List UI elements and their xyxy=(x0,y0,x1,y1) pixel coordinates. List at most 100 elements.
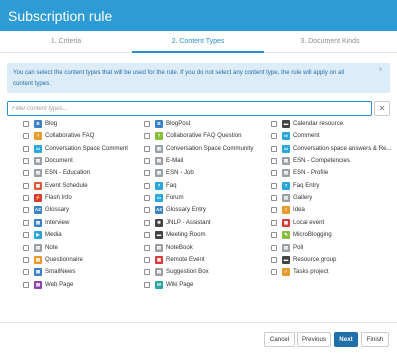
content-type-label: Collaborative FAQ xyxy=(45,132,95,140)
content-type-item[interactable]: ▤ NoteBook xyxy=(144,242,267,254)
content-type-checkbox[interactable] xyxy=(144,269,150,276)
content-type-checkbox[interactable] xyxy=(23,133,29,140)
content-type-checkbox[interactable] xyxy=(271,182,277,189)
tab-content-types[interactable]: 2. Content Types xyxy=(132,31,264,53)
content-type-item[interactable]: ▦ Local event xyxy=(271,217,394,229)
content-type-checkbox[interactable] xyxy=(271,244,277,251)
content-type-checkbox[interactable] xyxy=(271,145,277,152)
content-type-checkbox[interactable] xyxy=(23,121,29,127)
content-type-checkbox[interactable] xyxy=(144,256,150,263)
content-type-item[interactable]: ▦ Event Schedule xyxy=(23,180,146,192)
content-type-item[interactable]: ▬ Resource group xyxy=(271,254,394,266)
content-type-item[interactable]: ▤ Note xyxy=(23,242,146,254)
content-type-item[interactable]: ▤ ESN - Education xyxy=(23,167,146,179)
content-type-item[interactable]: AZ Glossary xyxy=(23,204,146,216)
content-type-item[interactable]: ▬ Meeting Room xyxy=(144,229,267,241)
content-type-item[interactable]: ▤ SmallNews xyxy=(23,266,146,278)
content-type-checkbox[interactable] xyxy=(23,195,29,202)
content-type-checkbox[interactable] xyxy=(271,232,277,239)
filter-content-types-input[interactable] xyxy=(7,101,372,116)
content-type-checkbox[interactable] xyxy=(144,207,150,214)
content-type-item[interactable]: ▨ Gallery xyxy=(271,192,394,204)
content-type-item[interactable]: ? Collaborative FAQ xyxy=(23,130,146,142)
content-type-checkbox[interactable] xyxy=(271,170,277,177)
content-type-item[interactable]: ⚡ Flash Info xyxy=(23,192,146,204)
content-type-item[interactable]: ▤ ESN - Competencies xyxy=(271,155,394,167)
content-type-item[interactable]: ▤ Document xyxy=(23,155,146,167)
tab-criteria[interactable]: 1. Criteria xyxy=(0,31,132,53)
content-type-item[interactable]: ▤ Suggestion Box xyxy=(144,266,267,278)
tab-document-kinds[interactable]: 3. Document Kinds xyxy=(264,31,396,53)
content-type-checkbox[interactable] xyxy=(23,170,29,177)
content-type-checkbox[interactable] xyxy=(271,219,277,226)
content-type-item[interactable]: ▭ Conversation space answers & Re... xyxy=(271,143,394,155)
content-type-item[interactable]: ▬ Calendar resource xyxy=(271,118,394,130)
content-type-item[interactable]: ✱ JNLP - Assistant xyxy=(144,217,267,229)
content-type-item[interactable]: ? Faq Entry xyxy=(271,180,394,192)
content-type-checkbox[interactable] xyxy=(271,207,277,214)
content-type-checkbox[interactable] xyxy=(271,121,277,127)
next-button[interactable]: Next xyxy=(334,332,358,347)
conversation-comment-icon: ▭ xyxy=(34,144,42,153)
content-type-checkbox[interactable] xyxy=(23,158,29,165)
content-type-checkbox[interactable] xyxy=(23,207,29,214)
content-type-checkbox[interactable] xyxy=(23,244,29,251)
content-type-item[interactable]: ! Idea xyxy=(271,204,394,216)
content-type-checkbox[interactable] xyxy=(144,232,150,239)
content-type-checkbox[interactable] xyxy=(144,182,150,189)
content-type-item[interactable]: ▤ Web Page xyxy=(23,279,146,291)
content-type-checkbox[interactable] xyxy=(144,195,150,202)
content-type-item[interactable]: ▦ Remote Event xyxy=(144,254,267,266)
finish-button[interactable]: Finish xyxy=(361,332,389,347)
content-type-checkbox[interactable] xyxy=(271,256,277,263)
content-type-checkbox[interactable] xyxy=(271,195,277,202)
content-type-item[interactable]: ▤ E-Mail xyxy=(144,155,267,167)
content-type-item[interactable]: ▶ Media xyxy=(23,229,146,241)
content-type-checkbox[interactable] xyxy=(144,133,150,140)
content-type-item[interactable]: B Blog xyxy=(23,118,146,130)
previous-button[interactable]: Previous xyxy=(297,332,331,347)
content-type-label: Calendar resource xyxy=(293,120,344,127)
content-type-checkbox[interactable] xyxy=(271,158,277,165)
content-type-checkbox[interactable] xyxy=(23,145,29,152)
gallery-icon: ▨ xyxy=(282,194,290,203)
content-type-item[interactable]: ? Faq xyxy=(144,180,267,192)
content-type-item[interactable]: ? Collaborative FAQ Question xyxy=(144,130,267,142)
content-type-item[interactable]: W Wiki Page xyxy=(144,279,267,291)
content-type-item[interactable]: ▤ ESN - Job xyxy=(144,167,267,179)
content-type-checkbox[interactable] xyxy=(23,219,29,226)
content-type-checkbox[interactable] xyxy=(144,281,150,288)
content-type-item[interactable]: B BlogPost xyxy=(144,118,267,130)
content-type-checkbox[interactable] xyxy=(23,269,29,276)
content-type-item[interactable]: ✓ Tasks project xyxy=(271,266,394,278)
cancel-button[interactable]: Cancel xyxy=(264,332,295,347)
content-type-checkbox[interactable] xyxy=(23,256,29,263)
content-type-item[interactable]: AZ Glossary Entry xyxy=(144,204,267,216)
tasks-project-icon: ✓ xyxy=(282,268,290,277)
content-type-checkbox[interactable] xyxy=(144,145,150,152)
clear-filter-button[interactable]: ✕ xyxy=(374,101,390,116)
content-type-checkbox[interactable] xyxy=(144,121,150,127)
content-type-item[interactable]: ▥ Poll xyxy=(271,242,394,254)
glossary-icon: AZ xyxy=(34,206,42,215)
content-type-checkbox[interactable] xyxy=(271,133,277,140)
content-type-item[interactable]: ▭ Conversation Space Comment xyxy=(23,143,146,155)
content-type-checkbox[interactable] xyxy=(144,170,150,177)
content-type-checkbox[interactable] xyxy=(144,244,150,251)
content-type-checkbox[interactable] xyxy=(271,269,277,276)
content-type-item[interactable]: ▭ Forum xyxy=(144,192,267,204)
content-type-item[interactable]: ▭ Comment xyxy=(271,130,394,142)
content-type-label: ESN - Profile xyxy=(293,169,329,177)
content-type-checkbox[interactable] xyxy=(23,281,29,288)
content-type-item[interactable]: ✎ MicroBlogging xyxy=(271,229,394,241)
faq-icon: ? xyxy=(155,181,163,190)
content-type-item[interactable]: ▤ Interview xyxy=(23,217,146,229)
content-type-checkbox[interactable] xyxy=(144,158,150,165)
close-icon[interactable]: x xyxy=(379,67,382,73)
content-type-item[interactable]: ▤ Questionnaire xyxy=(23,254,146,266)
content-type-checkbox[interactable] xyxy=(23,182,29,189)
content-type-checkbox[interactable] xyxy=(23,232,29,239)
content-type-item[interactable]: ▤ Conversation Space Community xyxy=(144,143,267,155)
content-type-checkbox[interactable] xyxy=(144,219,150,226)
content-type-item[interactable]: ▤ ESN - Profile xyxy=(271,167,394,179)
